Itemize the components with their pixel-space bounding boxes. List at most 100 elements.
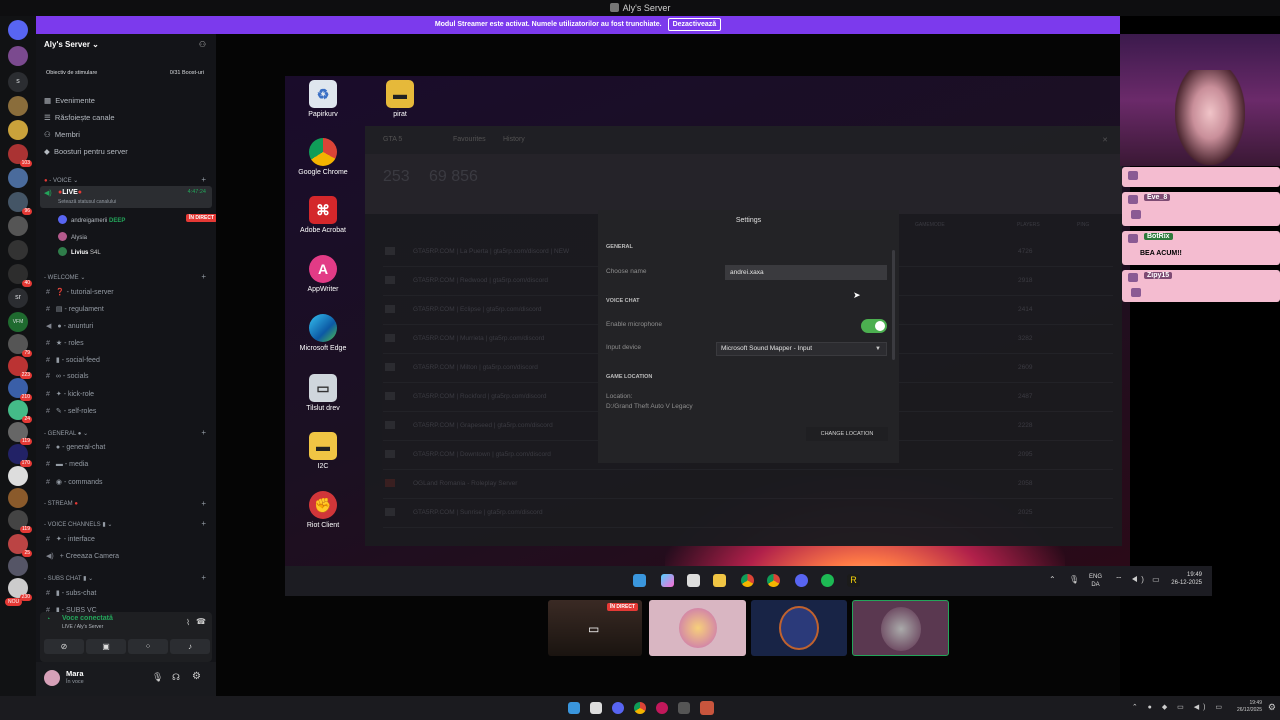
widgets-icon[interactable] xyxy=(661,574,674,587)
voice-user[interactable]: Livius S4L xyxy=(58,247,101,256)
add-channel-icon[interactable]: + xyxy=(201,573,206,582)
server-row[interactable]: GTA5RP.COM | Sunrise | gta5rp.com/discor… xyxy=(383,499,1113,528)
spotify-icon[interactable] xyxy=(821,574,834,587)
channel-general-chat[interactable]: # ● - general-chat xyxy=(46,444,105,451)
participant-tile[interactable] xyxy=(751,600,847,656)
participant-tile[interactable] xyxy=(649,600,746,656)
server-icon[interactable]: VFM xyxy=(8,312,28,332)
system-tray-icons[interactable]: ⌃ ● ◆ ▭ ◀) ▭ xyxy=(1132,703,1226,711)
noise-suppression-icon[interactable]: ⌇ xyxy=(186,618,190,627)
browser-icon[interactable] xyxy=(656,702,668,714)
boost-goal-bar[interactable]: Obiectiv de stimulare 0/31 Boost-uri xyxy=(40,66,212,80)
language-indicator[interactable]: ENG DA xyxy=(1089,573,1102,589)
channel-commands[interactable]: # ◉ - commands xyxy=(46,478,102,486)
server-icon[interactable] xyxy=(8,556,28,576)
server-icon[interactable]: 119 xyxy=(8,510,32,533)
activities-button[interactable]: ⁘ xyxy=(128,639,168,654)
server-icon[interactable]: 119 xyxy=(8,422,32,445)
disconnect-icon[interactable]: ☎ xyxy=(196,617,206,626)
microphone-icon[interactable]: 🎙 xyxy=(1069,575,1079,584)
server-row[interactable]: OGLand Romania - Roleplay Server 2058 xyxy=(383,470,1113,499)
channel-media[interactable]: # ▬ - media xyxy=(46,461,88,468)
desktop-icon-acrobat[interactable]: ⌘ Adobe Acrobat xyxy=(293,196,353,234)
server-icon[interactable]: 210 xyxy=(8,378,32,401)
category-general[interactable]: - GENERAL ● ⌄ xyxy=(44,430,88,437)
channel-creeaza-camera[interactable]: ◀) + Creeaza Camera xyxy=(46,552,119,560)
chrome-icon[interactable] xyxy=(634,702,646,714)
invite-icon[interactable]: ⚇ xyxy=(199,40,206,49)
server-icon[interactable] xyxy=(8,240,28,260)
channel-anunturi[interactable]: ◀ ● - anunturi xyxy=(46,322,93,330)
server-icon[interactable]: sr xyxy=(8,288,28,308)
discord-icon[interactable] xyxy=(795,574,808,587)
server-icon[interactable]: s xyxy=(8,72,28,92)
col-ping[interactable]: PING xyxy=(1077,222,1089,228)
server-icon[interactable]: 230 xyxy=(8,578,32,601)
server-icon[interactable] xyxy=(8,46,28,66)
file-explorer-icon[interactable] xyxy=(713,574,726,587)
soundboard-button[interactable]: ♪ xyxy=(170,639,210,654)
category-stream[interactable]: - STREAM ● xyxy=(44,501,78,507)
menu-events[interactable]: ▦ Evenimente xyxy=(44,96,95,105)
store-icon[interactable] xyxy=(687,574,700,587)
menu-browse-channels[interactable]: ☰ Răsfoiește canale xyxy=(44,113,115,122)
desktop-icon-recycle[interactable]: ♻ Papirkurv xyxy=(293,80,353,118)
col-players[interactable]: PLAYERS xyxy=(1017,222,1040,228)
server-icon[interactable]: 170 xyxy=(8,444,32,467)
server-icon[interactable]: 103 xyxy=(8,144,32,167)
desktop-icon-edge[interactable]: Microsoft Edge xyxy=(293,314,353,352)
gear-icon[interactable]: ⚙ xyxy=(192,671,201,682)
streamed-clock[interactable]: 19:49 26-12-2025 xyxy=(1171,571,1202,587)
system-tray-icons[interactable]: ⌔ ◀) ▭ xyxy=(1115,575,1163,585)
notification-icon[interactable]: ⚙ xyxy=(1268,702,1276,713)
live-voice-channel[interactable]: ◀) ●LIVE● 4:47:24 Setează statusul canal… xyxy=(40,186,212,208)
close-icon[interactable]: ✕ xyxy=(1102,136,1108,144)
calendar-icon[interactable] xyxy=(590,702,602,714)
tab-gta5[interactable]: GTA 5 xyxy=(383,136,402,143)
channel-self-roles[interactable]: # ✎ - self-roles xyxy=(46,407,96,415)
headphones-icon[interactable]: ☊ xyxy=(172,672,180,683)
chevron-up-icon[interactable]: ⌃ xyxy=(1049,575,1056,584)
participant-tile[interactable] xyxy=(852,600,949,656)
server-icon[interactable] xyxy=(8,120,28,140)
add-channel-icon[interactable]: + xyxy=(201,272,206,281)
menu-members[interactable]: ⚇ Membri xyxy=(44,130,80,139)
chrome-icon[interactable] xyxy=(767,574,780,587)
server-icon[interactable]: 40 xyxy=(8,264,32,287)
chrome-icon[interactable] xyxy=(741,574,754,587)
microphone-toggle[interactable] xyxy=(861,319,887,333)
category-subs[interactable]: - SUBS CHAT ▮ ⌄ xyxy=(44,575,93,582)
channel-subs-chat[interactable]: # ▮ - subs-chat xyxy=(46,589,96,597)
channel-kick-role[interactable]: # ✦ - kick-role xyxy=(46,390,94,398)
category-voice-channels[interactable]: - VOICE CHANNELS ▮ ⌄ xyxy=(44,521,112,528)
channel-tutorial-server[interactable]: # ❓ - tutorial-server xyxy=(46,288,114,296)
app-icon[interactable] xyxy=(678,702,690,714)
microphone-icon[interactable]: 🎙 xyxy=(152,672,163,683)
desktop-icon-riot[interactable]: ✊ Riot Client xyxy=(293,491,353,529)
tab-favourites[interactable]: Favourites xyxy=(453,136,486,143)
system-clock[interactable]: 19:49 26/12/2025 xyxy=(1237,700,1262,714)
windows-start-icon[interactable] xyxy=(633,574,646,587)
stream-thumbnail[interactable]: ÎN DIRECT ▭ xyxy=(548,600,642,656)
server-icon[interactable]: 24 xyxy=(8,400,32,423)
channel-social-feed[interactable]: # ▮ - social-feed xyxy=(46,356,100,364)
server-icon[interactable]: 79 xyxy=(8,334,32,357)
desktop-icon-pirat[interactable]: ▬ pirat xyxy=(370,80,430,118)
voice-user[interactable]: Alysia xyxy=(58,232,87,241)
server-name-button[interactable]: Aly's Server ⌄ xyxy=(44,40,99,49)
add-channel-icon[interactable]: + xyxy=(201,428,206,437)
server-icon[interactable]: 25 xyxy=(8,534,32,557)
desktop-icon-appwriter[interactable]: A AppWriter xyxy=(293,255,353,293)
desktop-icon-drive[interactable]: ▭ Tilslut drev xyxy=(293,374,353,412)
screen-share-button[interactable]: ▣ xyxy=(86,639,126,654)
add-channel-icon[interactable]: + xyxy=(201,519,206,528)
add-channel-icon[interactable]: + xyxy=(201,175,206,184)
channel-socials[interactable]: # ∞ - socials xyxy=(46,373,89,380)
server-icon[interactable] xyxy=(8,466,28,486)
menu-server-boosts[interactable]: ◆ Boosturi pentru server xyxy=(44,147,128,156)
change-location-button[interactable]: CHANGE LOCATION xyxy=(806,427,888,441)
server-icon[interactable] xyxy=(8,96,28,116)
name-input[interactable] xyxy=(725,265,887,280)
server-icon[interactable] xyxy=(8,488,28,508)
camera-off-button[interactable]: ⊘ xyxy=(44,639,84,654)
